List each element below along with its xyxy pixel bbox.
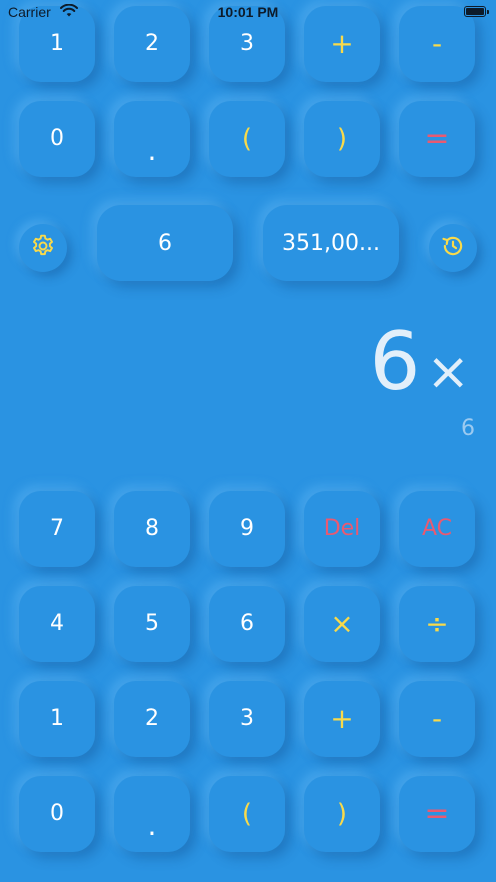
key-decimal-top[interactable]: . (114, 101, 190, 177)
key-4[interactable]: 4 (19, 586, 95, 662)
history-button[interactable] (429, 224, 477, 272)
all-clear-button[interactable]: AC (399, 491, 475, 567)
key-9[interactable]: 9 (209, 491, 285, 567)
key-label: 4 (50, 611, 64, 636)
key-decimal[interactable]: . (114, 776, 190, 852)
result-preview: 6 (461, 416, 475, 441)
key-label: 8 (145, 516, 159, 541)
key-label: = (424, 121, 450, 156)
key-7[interactable]: 7 (19, 491, 95, 567)
memory-bar: 6 351,00... (0, 205, 496, 283)
keypad-top: 1 2 3 + - 0 . ( ) = (19, 6, 475, 177)
key-close-paren[interactable]: ) (304, 776, 380, 852)
key-label: . (147, 809, 157, 842)
key-8[interactable]: 8 (114, 491, 190, 567)
key-label: ) (336, 124, 348, 154)
key-2[interactable]: 2 (114, 681, 190, 757)
key-label: ( (241, 799, 253, 829)
key-label: . (147, 134, 157, 167)
key-equals[interactable]: = (399, 776, 475, 852)
memory-right-value: 351,00... (282, 230, 380, 256)
settings-button[interactable] (19, 224, 67, 272)
key-divide[interactable]: ÷ (399, 586, 475, 662)
expression-number: 6 (369, 315, 421, 408)
key-open-paren-top[interactable]: ( (209, 101, 285, 177)
key-label: 1 (50, 706, 64, 731)
key-plus[interactable]: + (304, 681, 380, 757)
key-label: AC (421, 516, 453, 541)
key-label: = (424, 796, 450, 831)
key-label: 2 (145, 31, 159, 56)
history-icon (440, 233, 466, 263)
key-label: × (330, 607, 354, 640)
key-6[interactable]: 6 (209, 586, 285, 662)
key-0[interactable]: 0 (19, 776, 95, 852)
expression-operator: × (426, 342, 470, 402)
delete-button[interactable]: Del (304, 491, 380, 567)
key-open-paren[interactable]: ( (209, 776, 285, 852)
memory-left-button[interactable]: 6 (97, 205, 233, 281)
key-label: 0 (50, 126, 64, 151)
key-label: 1 (50, 31, 64, 56)
key-label: + (330, 702, 354, 735)
status-bar: Carrier 10:01 PM (0, 0, 496, 26)
key-5[interactable]: 5 (114, 586, 190, 662)
battery-icon (464, 6, 489, 17)
key-label: Del (323, 516, 361, 541)
calculator-display: 6 × 6 (0, 310, 496, 470)
key-label: 9 (240, 516, 254, 541)
key-label: + (330, 27, 354, 60)
key-0-top[interactable]: 0 (19, 101, 95, 177)
key-label: - (431, 702, 443, 735)
key-label: 0 (50, 801, 64, 826)
key-label: ÷ (425, 607, 449, 640)
key-label: ) (336, 799, 348, 829)
key-label: 2 (145, 706, 159, 731)
key-label: 6 (240, 611, 254, 636)
key-label: - (431, 27, 443, 60)
key-label: 3 (240, 31, 254, 56)
key-close-paren-top[interactable]: ) (304, 101, 380, 177)
memory-left-value: 6 (158, 230, 172, 256)
key-3[interactable]: 3 (209, 681, 285, 757)
key-label: 5 (145, 611, 159, 636)
key-label: ( (241, 124, 253, 154)
key-label: 7 (50, 516, 64, 541)
memory-right-button[interactable]: 351,00... (263, 205, 399, 281)
gear-icon (30, 233, 56, 263)
key-equals-top[interactable]: = (399, 101, 475, 177)
key-label: 3 (240, 706, 254, 731)
keypad-bottom: 7 8 9 Del AC 4 5 6 × ÷ 1 2 3 + - 0 . ( )… (19, 491, 475, 852)
key-1[interactable]: 1 (19, 681, 95, 757)
key-minus[interactable]: - (399, 681, 475, 757)
key-multiply[interactable]: × (304, 586, 380, 662)
status-time: 10:01 PM (217, 4, 279, 20)
expression: 6 × (370, 322, 470, 402)
